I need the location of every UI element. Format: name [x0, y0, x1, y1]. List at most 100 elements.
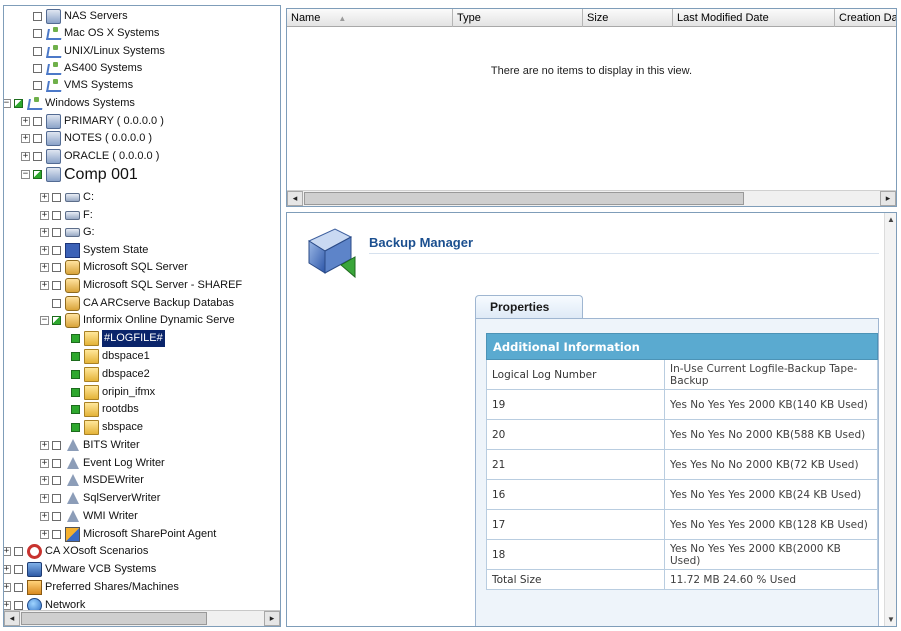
tree-item-label: #LOGFILE# [102, 330, 165, 347]
selection-checkbox[interactable] [71, 352, 80, 361]
selection-checkbox[interactable] [52, 441, 61, 450]
scroll-right-button[interactable]: ▸ [264, 611, 280, 626]
tree-item-label: Microsoft SQL Server [83, 261, 188, 273]
selection-checkbox[interactable] [52, 193, 61, 202]
selection-checkbox[interactable] [52, 476, 61, 485]
selection-checkbox[interactable] [33, 64, 42, 73]
selection-checkbox[interactable] [52, 316, 61, 325]
detail-vertical-scrollbar[interactable]: ▲ ▼ [884, 213, 896, 626]
scroll-left-button[interactable]: ◂ [4, 611, 20, 626]
network-icon [46, 61, 61, 76]
expand-icon[interactable]: + [40, 263, 49, 272]
expand-icon[interactable]: + [4, 565, 11, 574]
expand-icon[interactable]: + [40, 476, 49, 485]
selection-checkbox[interactable] [52, 494, 61, 503]
selection-checkbox[interactable] [52, 299, 61, 308]
expand-icon[interactable]: + [4, 583, 11, 592]
selection-checkbox[interactable] [14, 583, 23, 592]
folder-icon [84, 349, 99, 364]
selection-checkbox[interactable] [33, 134, 42, 143]
selection-checkbox[interactable] [33, 12, 42, 21]
expand-icon[interactable]: + [4, 547, 11, 556]
selection-checkbox[interactable] [33, 81, 42, 90]
expand-icon[interactable]: + [21, 152, 30, 161]
selection-checkbox[interactable] [71, 334, 80, 343]
expand-icon[interactable]: + [40, 193, 49, 202]
selection-checkbox[interactable] [52, 530, 61, 539]
property-key: 18 [486, 539, 665, 570]
property-value: 11.72 MB 24.60 % Used [664, 569, 878, 590]
list-scroll-right-button[interactable]: ▸ [880, 191, 896, 206]
selection-checkbox[interactable] [33, 47, 42, 56]
list-horizontal-scrollbar[interactable]: ◂ ▸ [287, 190, 896, 206]
column-type[interactable]: Type [453, 9, 583, 27]
selection-checkbox[interactable] [14, 565, 23, 574]
tree-item-label: PRIMARY ( 0.0.0.0 ) [64, 115, 164, 127]
property-value: In-Use Current Logfile-Backup Tape-Backu… [664, 359, 878, 390]
expand-icon[interactable]: + [40, 211, 49, 220]
expand-icon[interactable]: + [40, 281, 49, 290]
selection-checkbox[interactable] [52, 211, 61, 220]
collapse-icon[interactable]: − [4, 99, 11, 108]
selection-checkbox[interactable] [71, 388, 80, 397]
property-key: 17 [486, 509, 665, 540]
selection-checkbox[interactable] [33, 117, 42, 126]
list-scroll-thumb[interactable] [304, 192, 744, 205]
column-name[interactable]: Name ▲ [287, 9, 453, 27]
tree-horizontal-scrollbar[interactable]: ◂ ▸ [4, 610, 280, 626]
property-key: Total Size [486, 569, 665, 590]
collapse-icon[interactable]: − [21, 170, 30, 179]
expand-icon[interactable]: + [21, 117, 30, 126]
selection-checkbox[interactable] [52, 228, 61, 237]
expand-icon[interactable]: + [4, 601, 11, 610]
selection-checkbox[interactable] [33, 29, 42, 38]
expand-icon[interactable]: + [40, 512, 49, 521]
title-divider [369, 253, 879, 254]
column-creation-date[interactable]: Creation Da [835, 9, 896, 27]
expand-icon[interactable]: + [40, 530, 49, 539]
tree-item-label: sbspace [102, 421, 143, 433]
column-last-modified[interactable]: Last Modified Date [673, 9, 835, 27]
database-icon [65, 278, 80, 293]
properties-table-body: Logical Log Number In-Use Current Logfile… [486, 359, 878, 590]
table-row: Total Size 11.72 MB 24.60 % Used [486, 569, 878, 590]
expand-icon[interactable]: + [40, 494, 49, 503]
collapse-icon[interactable]: − [40, 316, 49, 325]
table-row: 19 Yes No Yes Yes 2000 KB(140 KB Used) [486, 389, 878, 420]
column-size[interactable]: Size [583, 9, 673, 27]
scroll-thumb[interactable] [21, 612, 207, 625]
expand-icon[interactable]: + [40, 441, 49, 450]
scroll-down-icon[interactable]: ▼ [885, 615, 896, 624]
selection-checkbox[interactable] [71, 423, 80, 432]
network-icon [46, 44, 61, 59]
column-last-modified-label: Last Modified Date [677, 12, 769, 24]
selection-checkbox[interactable] [52, 263, 61, 272]
tab-properties[interactable]: Properties [475, 295, 583, 319]
table-header: Additional Information [486, 333, 878, 360]
selection-checkbox[interactable] [71, 405, 80, 414]
tree-item-label: WMI Writer [83, 510, 138, 522]
source-tree[interactable]: NAS Servers Mac OS X Systems UNIX/Linux Sy… [3, 5, 281, 627]
tree-item-label: CA ARCserve Backup Databas [83, 297, 235, 309]
selection-checkbox[interactable] [52, 246, 61, 255]
property-key: 21 [486, 449, 665, 480]
scroll-up-icon[interactable]: ▲ [885, 215, 896, 224]
selection-checkbox[interactable] [14, 99, 23, 108]
expand-icon[interactable]: + [40, 246, 49, 255]
selection-checkbox[interactable] [14, 547, 23, 556]
expand-icon[interactable]: + [40, 459, 49, 468]
expand-icon[interactable]: + [21, 134, 30, 143]
selection-checkbox[interactable] [33, 152, 42, 161]
selection-checkbox[interactable] [71, 370, 80, 379]
selection-checkbox[interactable] [33, 170, 42, 179]
expand-icon[interactable]: + [40, 228, 49, 237]
tree-item-label: dbspace2 [102, 368, 150, 380]
writer-icon [65, 456, 80, 471]
list-scroll-left-button[interactable]: ◂ [287, 191, 303, 206]
selection-checkbox[interactable] [52, 512, 61, 521]
selection-checkbox[interactable] [52, 281, 61, 290]
selection-checkbox[interactable] [52, 459, 61, 468]
tree-item-label: Comp 001 [64, 166, 138, 183]
selection-checkbox[interactable] [14, 601, 23, 610]
file-list-view[interactable]: Name ▲ Type Size Last Modified Date Creat… [286, 8, 897, 207]
